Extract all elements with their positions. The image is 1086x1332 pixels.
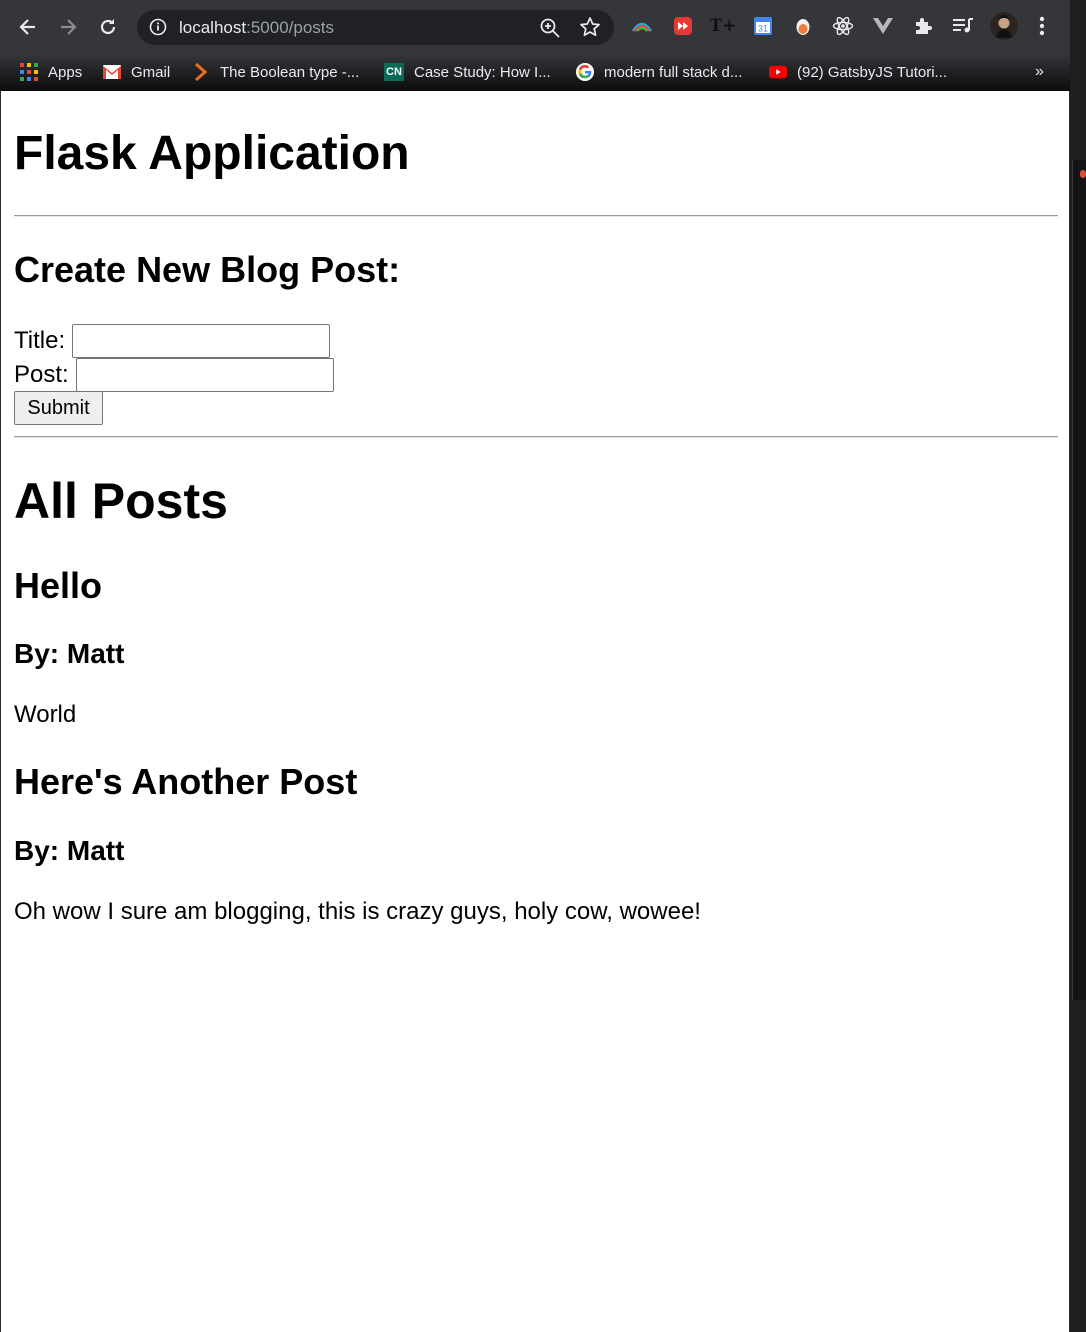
url-host: localhost [179,18,247,37]
bookmark-apps[interactable]: Apps [20,58,82,86]
address-bar[interactable]: localhost:5000/posts [137,10,614,45]
zoom-icon[interactable] [539,17,561,39]
puzzle-extensions-icon[interactable] [911,14,935,38]
title-input[interactable] [72,324,331,358]
vue-ext-icon[interactable] [871,14,895,38]
overflow-chevron-icon: » [1035,63,1044,80]
back-button[interactable] [14,13,42,41]
chevron-bookmark-icon [192,62,210,82]
tt-ext-icon[interactable]: T+ [710,14,737,38]
all-posts-heading: All Posts [14,473,228,529]
browser-toolbar: localhost:5000/posts T+ 31 [0,0,1070,54]
calendar-ext-icon[interactable]: 31 [751,14,775,38]
post-body: Oh wow I sure am blogging, this is crazy… [14,898,701,925]
back-arrow-icon [19,19,35,35]
title-row: Title: [14,324,331,358]
bookmark-label: Gmail [131,63,171,81]
post-body: World [14,701,77,728]
background-window-edge [1070,0,1086,1332]
calendar-day-text: 31 [758,24,768,34]
egg-ext-icon[interactable] [791,14,815,38]
form-divider [14,436,1058,438]
gmail-icon [103,63,121,81]
bookmark-gmail[interactable]: Gmail [103,58,170,86]
google-icon [576,63,594,81]
title-label: Title: [14,327,66,354]
post-title: Here's Another Post [14,761,358,802]
profile-avatar[interactable] [990,12,1018,40]
top-divider [14,215,1058,217]
site-info-icon[interactable] [149,18,167,36]
url-text[interactable]: localhost:5000/posts [179,18,334,38]
reload-icon [100,19,116,35]
bookmark-star-icon[interactable] [579,16,601,38]
bookmark-label: The Boolean type -... [220,63,360,81]
fast-forward-ext-icon[interactable] [671,14,695,38]
forward-arrow-icon [61,19,77,35]
apps-grid-icon [20,63,38,81]
rainbow-ext-icon[interactable] [630,14,654,38]
post-input[interactable] [75,358,334,392]
post-row: Post: [14,358,334,392]
post-title: Hello [14,565,103,606]
kebab-menu-icon[interactable] [1030,14,1054,38]
react-ext-icon[interactable] [831,14,855,38]
bookmark-label: Case Study: How I... [414,63,551,81]
bookmark-gatsbyjs-tutorial[interactable]: (92) GatsbyJS Tutori... [769,58,947,86]
media-playlist-icon[interactable] [951,14,975,38]
submit-button[interactable]: Submit [14,391,103,425]
post-author: By: Matt [14,835,125,866]
bookmark-label: Apps [48,63,83,81]
bookmark-modern-full-stack[interactable]: modern full stack d... [576,58,742,86]
app-title: Flask Application [14,127,410,180]
post-label: Post: [14,361,69,388]
bookmark-label: modern full stack d... [604,63,743,81]
page-content: Flask Application Create New Blog Post: … [1,91,1069,1332]
bookmark-case-study[interactable]: CN Case Study: How I... [384,58,551,86]
bookmarks-bar: Apps Gmail The Boolean type -... CN Case… [0,54,1070,91]
browser-window: localhost:5000/posts T+ 31 Apps Gmail Th… [0,0,1070,1332]
bookmarks-overflow-button[interactable]: » [1035,58,1044,86]
url-path: :5000/posts [246,18,335,37]
youtube-icon [769,63,787,81]
bookmark-boolean-type[interactable]: The Boolean type -... [192,58,359,86]
bookmark-label: (92) GatsbyJS Tutori... [797,63,948,81]
forward-button[interactable] [54,13,82,41]
cn-icon: CN [384,63,404,81]
create-post-heading: Create New Blog Post: [14,249,401,290]
post-author: By: Matt [14,638,125,669]
reload-button[interactable] [94,13,122,41]
